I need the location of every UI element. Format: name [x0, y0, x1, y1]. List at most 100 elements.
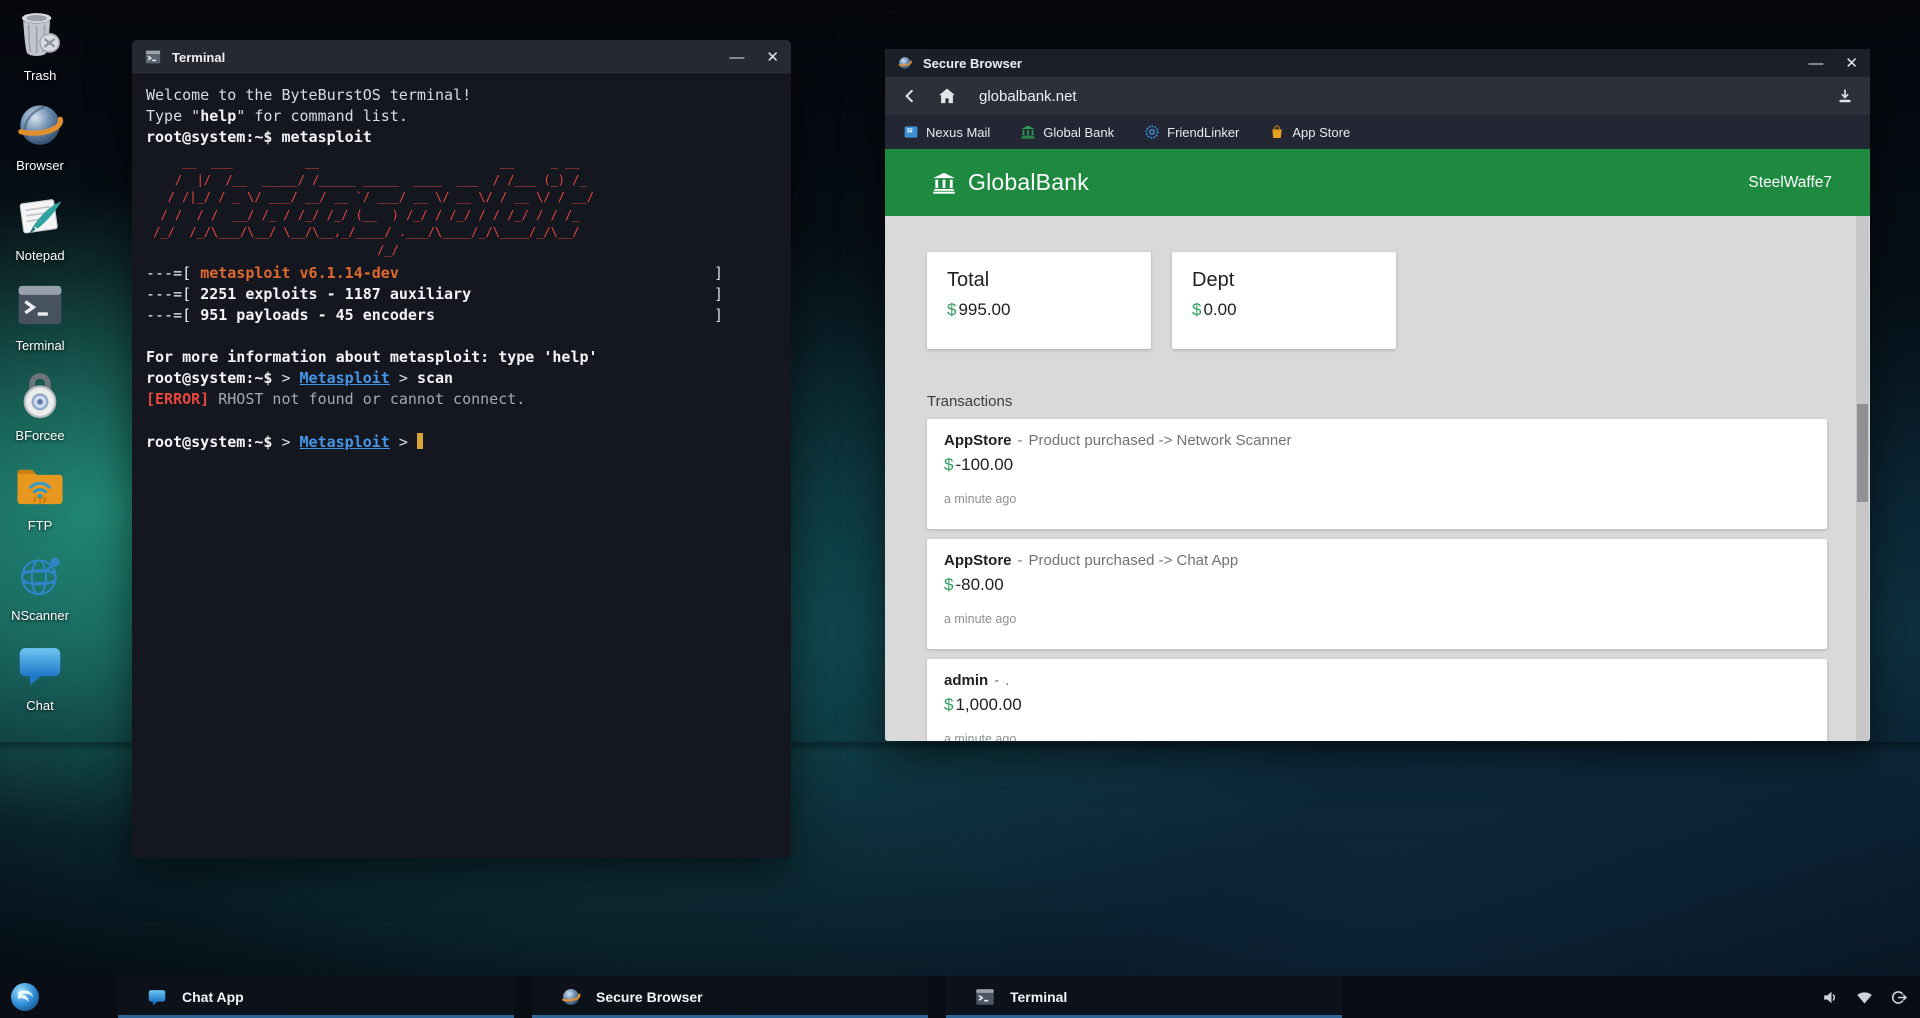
terminal-window: Terminal — ✕ Welcome to the ByteBurstOS …: [132, 40, 791, 858]
transaction-row[interactable]: AppStore-Product purchased -> Chat App $…: [927, 539, 1827, 649]
terminal-titlebar-icon: [144, 48, 162, 66]
metasploit-ascii-banner: __ ___ __ __ _ __ / |/ /__ _____/ /_____…: [146, 154, 777, 259]
taskbar-item-secure-browser[interactable]: Secure Browser: [532, 976, 928, 1018]
scrollbar-thumb[interactable]: [1857, 404, 1868, 502]
home-icon[interactable]: [937, 86, 957, 106]
chat-bubble-icon: [146, 986, 168, 1008]
taskbar-item-label: Secure Browser: [596, 989, 703, 1005]
terminal-line-welcome: Welcome to the ByteBurstOS terminal!: [146, 85, 777, 106]
transaction-row[interactable]: admin-. $1,000.00 a minute ago: [927, 659, 1827, 741]
terminal-info-payloads: ---=[ 951 payloads - 45 encoders]: [146, 305, 777, 326]
taskbar-items: Chat App Secure Browser: [118, 976, 1342, 1018]
back-icon[interactable]: [901, 87, 919, 105]
terminal-info-exploits: ---=[ 2251 exploits - 1187 auxiliary]: [146, 284, 777, 305]
page-scrollbar[interactable]: [1856, 216, 1869, 741]
browser-window: Secure Browser — ✕ globalbank.net Nexus …: [885, 49, 1870, 741]
desktop-icon-label: Notepad: [15, 248, 64, 263]
desktop-icon-label: Trash: [24, 68, 57, 83]
terminal-minimize-button[interactable]: —: [729, 50, 744, 65]
account-label: Dept: [1192, 269, 1376, 292]
terminal-prompt-line[interactable]: root@system:~$ > Metasploit >: [146, 432, 777, 453]
transaction-time: a minute ago: [944, 492, 1810, 506]
volume-icon[interactable]: [1821, 988, 1840, 1007]
transaction-time: a minute ago: [944, 612, 1810, 626]
transaction-amount: $-80.00: [944, 575, 1810, 595]
download-icon[interactable]: [1836, 87, 1854, 105]
bookmark-global-bank[interactable]: Global Bank: [1020, 124, 1114, 140]
desktop-icon-trash[interactable]: Trash: [8, 8, 72, 78]
browser-navbar: globalbank.net: [885, 77, 1870, 115]
logged-in-user: SteelWaffe7: [1748, 174, 1832, 192]
site-brand: GlobalBank: [931, 169, 1089, 196]
terminal-info-version: ---=[ metasploit v6.1.14-dev]: [146, 263, 777, 284]
terminal-line-help-hint: For more information about metasploit: t…: [146, 347, 777, 368]
globe-icon: [13, 98, 67, 157]
account-amount: $0.00: [1192, 300, 1376, 320]
desktop-icon-label: Terminal: [15, 338, 64, 353]
globe-icon: [560, 986, 582, 1008]
bank-page: Total $995.00 Dept $0.00 Transactions Ap…: [885, 216, 1870, 741]
browser-titlebar[interactable]: Secure Browser — ✕: [885, 49, 1870, 77]
browser-minimize-button[interactable]: —: [1808, 56, 1823, 71]
lock-icon: [13, 368, 67, 427]
svg-text:FTP: FTP: [33, 497, 47, 506]
trash-icon: [13, 8, 67, 67]
desktop-icon-label: NScanner: [11, 608, 69, 623]
transaction-amount: $1,000.00: [944, 695, 1810, 715]
desktop-icon-label: FTP: [28, 518, 53, 533]
terminal-line-error: [ERROR] RHOST not found or cannot connec…: [146, 389, 777, 410]
desktop-icon-label: BForcee: [15, 428, 64, 443]
transaction-time: a minute ago: [944, 732, 1810, 741]
notepad-icon: [13, 188, 67, 247]
account-cards: Total $995.00 Dept $0.00: [927, 252, 1828, 349]
bookmark-app-store[interactable]: App Store: [1269, 124, 1350, 140]
url-field[interactable]: globalbank.net: [979, 88, 1077, 105]
terminal-close-button[interactable]: ✕: [766, 50, 779, 65]
bookmark-nexus-mail[interactable]: Nexus Mail: [903, 124, 990, 140]
desktop-icon-column: Trash Browser Notepad: [8, 8, 72, 728]
dept-balance-card: Dept $0.00: [1172, 252, 1396, 349]
transactions-heading: Transactions: [927, 393, 1828, 410]
chat-bubble-icon: [13, 638, 67, 697]
desktop-icon-bforcee[interactable]: BForcee: [8, 368, 72, 438]
desktop-icon-notepad[interactable]: Notepad: [8, 188, 72, 258]
terminal-window-title: Terminal: [172, 50, 225, 65]
total-balance-card: Total $995.00: [927, 252, 1151, 349]
desktop-icon-label: Chat: [26, 698, 53, 713]
system-tray: [1821, 976, 1908, 1018]
desktop-icon-chat[interactable]: Chat: [8, 638, 72, 708]
terminal-line-scan: root@system:~$ > Metasploit > scan: [146, 368, 777, 389]
desktop-icon-browser[interactable]: Browser: [8, 98, 72, 168]
folder-wifi-icon: FTP: [13, 458, 67, 517]
network-globe-icon: [13, 548, 67, 607]
desktop-icon-ftp[interactable]: FTP FTP: [8, 458, 72, 528]
site-header: GlobalBank SteelWaffe7: [885, 149, 1870, 216]
desktop-icon-nscanner[interactable]: NScanner: [8, 548, 72, 618]
taskbar: Chat App Secure Browser: [0, 976, 1920, 1018]
bank-icon: [1020, 124, 1036, 140]
taskbar-item-terminal[interactable]: Terminal: [946, 976, 1342, 1018]
site-brand-name: GlobalBank: [968, 169, 1089, 196]
terminal-titlebar[interactable]: Terminal — ✕: [132, 40, 791, 75]
taskbar-item-label: Terminal: [1010, 989, 1067, 1005]
wifi-icon[interactable]: [1855, 988, 1874, 1007]
terminal-icon: [13, 278, 67, 337]
terminal-cursor: [417, 433, 423, 449]
transaction-amount: $-100.00: [944, 455, 1810, 475]
terminal-output[interactable]: Welcome to the ByteBurstOS terminal! Typ…: [132, 75, 791, 463]
browser-close-button[interactable]: ✕: [1845, 56, 1858, 71]
taskbar-item-label: Chat App: [182, 989, 244, 1005]
account-amount: $995.00: [947, 300, 1131, 320]
account-label: Total: [947, 269, 1131, 292]
terminal-line-type-help: Type "help" for command list.: [146, 106, 777, 127]
taskbar-item-chat-app[interactable]: Chat App: [118, 976, 514, 1018]
logout-icon[interactable]: [1889, 988, 1908, 1007]
start-launcher-button[interactable]: [8, 980, 42, 1014]
bookmark-friendlinker[interactable]: FriendLinker: [1144, 124, 1239, 140]
transaction-row[interactable]: AppStore-Product purchased -> Network Sc…: [927, 419, 1827, 529]
transactions-list: AppStore-Product purchased -> Network Sc…: [927, 419, 1827, 741]
dotted-circle-icon: [1144, 124, 1160, 140]
browser-titlebar-globe-icon: [897, 55, 913, 71]
browser-window-title: Secure Browser: [923, 56, 1022, 71]
desktop-icon-terminal[interactable]: Terminal: [8, 278, 72, 348]
